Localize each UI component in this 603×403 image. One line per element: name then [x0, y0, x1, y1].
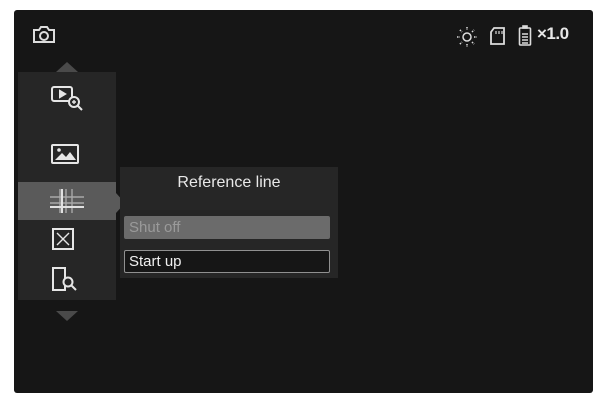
sd-card-icon: [490, 27, 506, 50]
sidebar-item-crosshair[interactable]: [18, 220, 116, 258]
sidebar-item-image[interactable]: [18, 136, 116, 174]
chevron-up-icon[interactable]: [56, 59, 78, 77]
camera-icon: [32, 24, 56, 49]
sidebar-item-playback[interactable]: [18, 78, 116, 116]
reference-line-submenu: Reference line Shut off Start up: [120, 167, 338, 278]
submenu-title: Reference line: [177, 174, 281, 191]
device-screen: ×1.0 Reference line Shut off Start up: [14, 10, 593, 393]
option-shut-off[interactable]: Shut off: [124, 216, 330, 239]
sidebar-item-reference-line[interactable]: [18, 182, 125, 220]
zoom-level: ×1.0: [537, 24, 569, 43]
sidebar-item-file-search[interactable]: [18, 260, 116, 298]
option-start-up[interactable]: Start up: [124, 250, 330, 273]
battery-icon: [518, 25, 532, 52]
brightness-icon: [456, 26, 478, 53]
sidebar-menu: [18, 62, 125, 321]
chevron-down-icon[interactable]: [56, 308, 78, 326]
